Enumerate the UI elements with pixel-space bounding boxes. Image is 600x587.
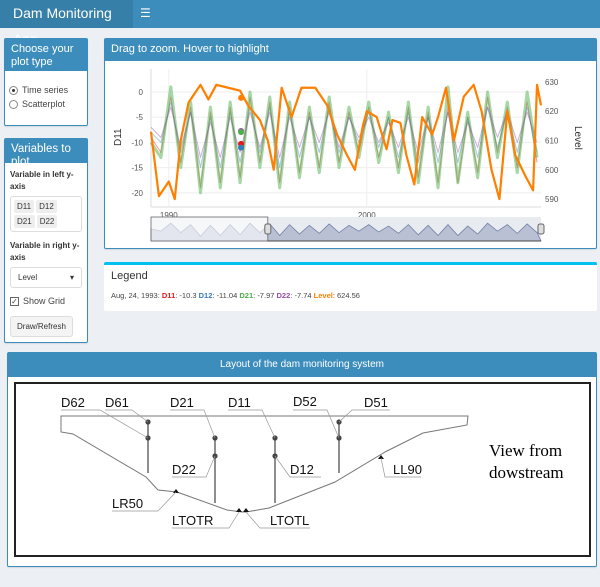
label-d51: D51	[364, 395, 388, 410]
label-ltotl: LTOTL	[270, 513, 309, 528]
label-d52: D52	[293, 394, 317, 409]
view-caption-line1: View from	[489, 441, 562, 460]
label-ll90: LL90	[393, 462, 422, 477]
label-d61: D61	[105, 395, 129, 410]
view-caption-line2: dowstream	[489, 463, 564, 482]
label-d12: D12	[290, 462, 314, 477]
label-lr50: LR50	[112, 496, 143, 511]
label-d62: D62	[61, 395, 85, 410]
label-d11: D11	[228, 395, 251, 410]
dam-layout-diagram: D62 D61 D21 D11 D52 D51 D22 D12 LR50 LTO…	[14, 382, 591, 557]
label-ltotr: LTOTR	[172, 513, 213, 528]
label-d22: D22	[172, 462, 196, 477]
label-d21: D21	[170, 395, 194, 410]
